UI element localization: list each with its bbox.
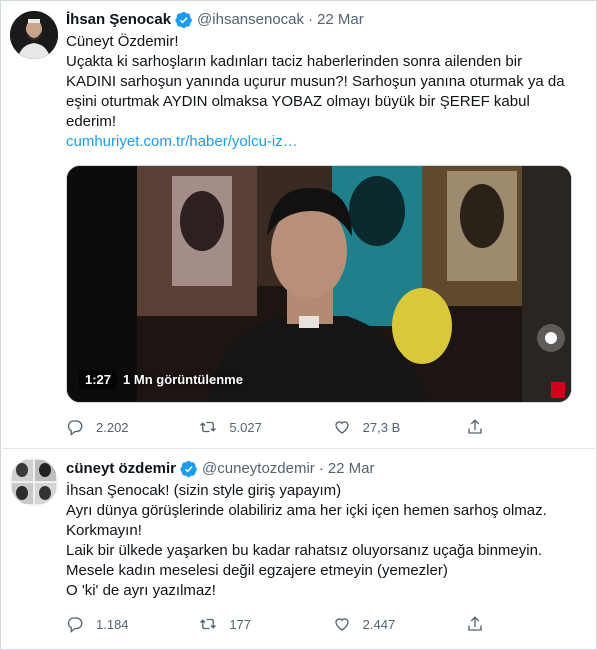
video-views: 1 Mn görüntülenme — [123, 372, 243, 387]
retweet-count: 177 — [229, 616, 252, 632]
like-button[interactable]: 2.447 — [333, 614, 466, 634]
retweet-count: 5.027 — [229, 419, 262, 435]
author-handle[interactable]: @cuneytozdemir — [202, 459, 315, 479]
tweet-text: İhsan Şenocak! (sizin style giriş yapayı… — [66, 481, 586, 601]
video-thumbnail — [67, 166, 571, 402]
author-handle[interactable]: @ihsansenocak — [197, 10, 304, 30]
reply-icon — [67, 617, 83, 633]
separator-dot: · — [318, 460, 324, 477]
tweet-line: KADINI sarhoşun yanında uçurur musun?! S… — [66, 73, 565, 90]
tweet-line: Mesele kadın meselesi değil egzajere etm… — [66, 562, 448, 579]
tweet-actions: 2.202 5.027 27,3 B — [66, 417, 496, 437]
like-icon — [334, 618, 349, 631]
tweet-ihsan-senocak[interactable]: İhsan Şenocak @ihsansenocak · 22 Mar Cün… — [2, 1, 597, 449]
tweet-header: İhsan Şenocak @ihsansenocak · 22 Mar — [66, 10, 364, 30]
reply-button[interactable]: 2.202 — [66, 417, 199, 437]
tweet-line: ederim! — [66, 113, 117, 130]
tweet-line: Cüneyt Özdemir! — [66, 33, 179, 50]
channel-logo-icon — [551, 382, 565, 398]
tweet-line: Korkmayın! — [66, 522, 142, 539]
video-duration: 1:27 — [79, 370, 118, 390]
separator-dot: · — [308, 11, 314, 28]
tweet-line: İhsan Şenocak! (sizin style giriş yapayı… — [66, 482, 342, 499]
like-count: 27,3 B — [362, 419, 401, 435]
video-player[interactable]: 1:27 1 Mn görüntülenme — [66, 165, 572, 403]
retweet-button[interactable]: 177 — [199, 614, 332, 634]
retweet-icon — [200, 421, 217, 433]
tweet-line: Laik bir ülkede yaşarken bu kadar rahats… — [66, 542, 543, 559]
timeline-frame: İhsan Şenocak @ihsansenocak · 22 Mar Cün… — [0, 0, 597, 650]
reply-count: 2.202 — [96, 419, 129, 435]
author-name[interactable]: İhsan Şenocak — [66, 10, 171, 30]
tweet-line: Uçakta ki sarhoşların kadınları taciz ha… — [66, 53, 523, 70]
tweet-line: O 'ki' de ayrı yazılmaz! — [66, 582, 216, 599]
retweet-button[interactable]: 5.027 — [199, 417, 332, 437]
play-indicator-icon[interactable] — [537, 324, 565, 352]
tweet-header: cüneyt özdemir @cuneytozdemir · 22 Mar — [66, 459, 375, 479]
reply-button[interactable]: 1.184 — [66, 614, 199, 634]
tweet-date[interactable]: 22 Mar — [328, 459, 375, 479]
verified-badge-icon — [180, 460, 197, 478]
tweet-line: eşini oturtmak AYDIN olmaksa YOBAZ olmay… — [66, 93, 530, 110]
avatar-cuneyt-ozdemir[interactable] — [10, 458, 58, 506]
reply-count: 1.184 — [96, 616, 129, 632]
tweet-link[interactable]: cumhuriyet.com.tr/haber/yolcu-iz… — [66, 132, 586, 152]
tweet-date[interactable]: 22 Mar — [317, 10, 364, 30]
tweet-cuneyt-ozdemir[interactable]: cüneyt özdemir @cuneytozdemir · 22 Mar İ… — [2, 450, 597, 650]
author-name[interactable]: cüneyt özdemir — [66, 459, 176, 479]
reply-icon — [67, 420, 83, 436]
share-icon — [468, 419, 482, 434]
verified-badge-icon — [175, 11, 192, 29]
tweet-line: Ayrı dünya görüşlerinde olabiliriz ama h… — [66, 502, 547, 519]
like-icon — [334, 421, 349, 434]
share-button[interactable] — [466, 417, 496, 437]
share-button[interactable] — [466, 614, 496, 634]
like-button[interactable]: 27,3 B — [333, 417, 466, 437]
like-count: 2.447 — [362, 616, 396, 632]
tweet-actions: 1.184 177 2.447 — [66, 614, 496, 634]
video-info: 1:27 1 Mn görüntülenme — [79, 370, 243, 390]
retweet-icon — [200, 618, 217, 630]
tweet-text: Cüneyt Özdemir! Uçakta ki sarhoşların ka… — [66, 32, 586, 152]
share-icon — [468, 616, 482, 631]
avatar-ihsan-senocak[interactable] — [10, 11, 58, 59]
